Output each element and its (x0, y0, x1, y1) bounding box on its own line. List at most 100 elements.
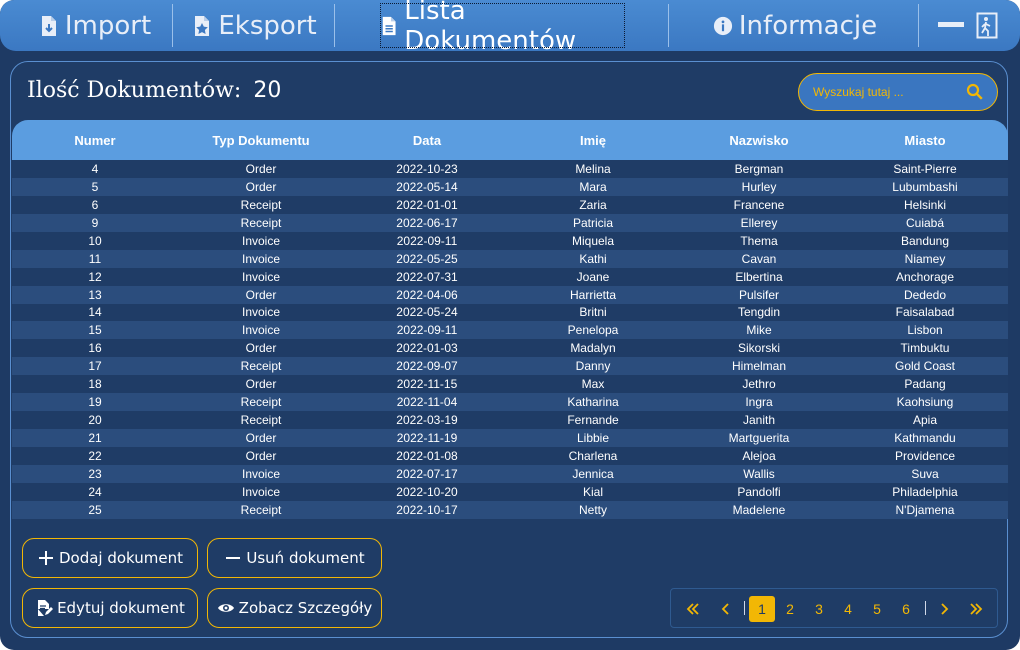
document-count: Ilość Dokumentów: 20 (27, 78, 281, 103)
table-body: 4 Order 2022-10-23 Melina Bergman Saint-Pierr… (12, 160, 1008, 519)
page-button-4[interactable]: 4 (837, 596, 859, 622)
cell-date: 2022-09-11 (396, 233, 458, 248)
cell-number: 10 (88, 233, 102, 248)
table-row[interactable]: 11 Invoice 2022-05-25 Kathi Cavan Niamey (12, 249, 1008, 268)
nav-divider (334, 4, 335, 47)
cell-city: Padang (904, 377, 946, 392)
table-row[interactable]: 10 Invoice 2022-09-11 Miquela Thema Bandung (12, 231, 1008, 250)
cell-last-name: Ingra (745, 395, 773, 410)
cell-last-name: Ellerey (740, 215, 778, 230)
table-row[interactable]: 14 Invoice 2022-05-24 Britni Tengdin Faisalab… (12, 303, 1008, 322)
first-page-icon[interactable] (683, 596, 703, 622)
table-row[interactable]: 6 Receipt 2022-01-01 Zaria Francene Helsinki (12, 195, 1008, 214)
previous-page-icon[interactable] (716, 596, 736, 622)
document-count-label: Ilość Dokumentów: (27, 78, 242, 103)
cell-city: Saint-Pierre (893, 161, 957, 176)
cell-first-name: Patricia (572, 215, 613, 230)
cell-document-type: Order (245, 377, 277, 392)
tab-export[interactable]: Eksport (176, 0, 333, 51)
table-row[interactable]: 4 Order 2022-10-23 Melina Bergman Saint-Pierr… (12, 160, 1008, 178)
search-input[interactable] (813, 85, 958, 99)
table-row[interactable]: 13 Order 2022-04-06 Harrietta Pulsifer Dededo (12, 285, 1008, 304)
cell-last-name: Tengdin (737, 305, 781, 320)
document-list-panel: Ilość Dokumentów: 20 Numer Typ Dokumentu… (10, 61, 1008, 638)
table-row[interactable]: 24 Invoice 2022-10-20 Kial Pandolfi Philadelp… (12, 482, 1008, 501)
table-row[interactable]: 19 Receipt 2022-11-04 Katharina Ingra Kaohsiu… (12, 393, 1008, 412)
nav-divider (918, 4, 919, 47)
table-row[interactable]: 20 Receipt 2022-03-19 Fernande Janith Apia (12, 411, 1008, 430)
table-row[interactable]: 9 Receipt 2022-06-17 Patricia Ellerey Cuiabá (12, 213, 1008, 232)
cell-last-name: Jethro (742, 377, 776, 392)
page-button-1[interactable]: 1 (749, 596, 775, 622)
search-icon[interactable] (966, 83, 984, 101)
table-row[interactable]: 12 Invoice 2022-07-31 Joane Elbertina Anchora… (12, 267, 1008, 286)
table-row[interactable]: 21 Order 2022-11-19 Libbie Martguerita Kathma… (12, 429, 1008, 447)
cell-document-type: Invoice (241, 269, 281, 284)
cell-city: Bandung (900, 233, 950, 248)
cell-first-name: Max (581, 377, 605, 392)
column-header-last-name[interactable]: Nazwisko (676, 120, 842, 160)
cell-city: Apia (912, 413, 938, 428)
table-row[interactable]: 15 Invoice 2022-09-11 Penelopa Mike Lisbon (12, 321, 1008, 340)
view-details-button[interactable]: Zobacz Szczegóły (207, 588, 382, 628)
cell-date: 2022-01-01 (396, 197, 458, 212)
cell-last-name: Madelene (732, 502, 786, 517)
cell-document-type: Invoice (241, 466, 281, 481)
table-row[interactable]: 22 Order 2022-01-08 Charlena Alejoa Providenc… (12, 447, 1008, 465)
last-page-icon[interactable] (966, 596, 986, 622)
add-document-button[interactable]: Dodaj dokument (22, 538, 198, 578)
tab-import[interactable]: Import (20, 0, 170, 51)
page-button-6[interactable]: 6 (895, 596, 917, 622)
page-button-3[interactable]: 3 (808, 596, 830, 622)
cell-date: 2022-05-14 (396, 179, 458, 194)
cell-document-type: Invoice (241, 323, 281, 338)
cell-city: Dededo (903, 287, 947, 302)
column-header-document-type[interactable]: Typ Dokumentu (178, 120, 344, 160)
cell-document-type: Receipt (240, 215, 282, 230)
exit-door-icon[interactable] (976, 12, 998, 39)
edit-document-icon (38, 600, 54, 616)
table-row[interactable]: 25 Receipt 2022-10-17 Netty Madelene N'Djamen… (12, 500, 1008, 519)
minimize-icon[interactable] (938, 22, 964, 27)
cell-date: 2022-05-24 (396, 305, 458, 320)
column-header-city[interactable]: Miasto (842, 120, 1008, 160)
tab-information-label: Informacje (738, 10, 878, 41)
table-row[interactable]: 17 Receipt 2022-09-07 Danny Himelman Gold Coa… (12, 357, 1008, 376)
info-icon (713, 16, 732, 35)
cell-number: 9 (91, 215, 99, 230)
cell-document-type: Receipt (240, 395, 282, 410)
cell-document-type: Receipt (240, 502, 282, 517)
table-row[interactable]: 5 Order 2022-05-14 Mara Hurley Lubumbashi (12, 177, 1008, 196)
cell-number: 11 (88, 251, 102, 266)
app-window: Import Eksport Lista Dokumentów Informac… (0, 0, 1020, 650)
cell-last-name: Alejoa (742, 448, 776, 463)
edit-document-button[interactable]: Edytuj dokument (22, 588, 198, 628)
column-header-number[interactable]: Numer (12, 120, 178, 160)
tab-information[interactable]: Informacje (700, 0, 890, 51)
cell-city: Cuiabá (905, 215, 945, 230)
tab-document-list[interactable]: Lista Dokumentów (380, 0, 625, 56)
cell-number: 22 (88, 448, 102, 463)
cell-date: 2022-11-19 (396, 431, 458, 446)
column-header-date[interactable]: Data (344, 120, 510, 160)
cell-city: Kaohsiung (896, 395, 954, 410)
table-row[interactable]: 18 Order 2022-11-15 Max Jethro Padang (12, 375, 1008, 394)
table-row[interactable]: 23 Invoice 2022-07-17 Jennica Wallis Suva (12, 464, 1008, 483)
cell-number: 23 (88, 466, 102, 481)
nav-divider (668, 4, 669, 47)
table-row[interactable]: 16 Order 2022-01-03 Madalyn Sikorski Timbuktu (12, 339, 1008, 358)
cell-number: 20 (88, 413, 102, 428)
page-button-5[interactable]: 5 (866, 596, 888, 622)
minus-icon (226, 557, 241, 559)
cell-date: 2022-01-08 (396, 448, 458, 463)
remove-document-label: Usuń dokument (246, 549, 365, 567)
column-header-first-name[interactable]: Imię (510, 120, 676, 160)
cell-date: 2022-07-17 (396, 466, 458, 481)
cell-first-name: Charlena (568, 448, 618, 463)
page-button-2[interactable]: 2 (779, 596, 801, 622)
next-page-icon[interactable] (934, 596, 954, 622)
cell-date: 2022-10-20 (396, 484, 458, 499)
cell-number: 18 (88, 377, 102, 392)
remove-document-button[interactable]: Usuń dokument (207, 538, 382, 578)
cell-date: 2022-06-17 (396, 215, 458, 230)
